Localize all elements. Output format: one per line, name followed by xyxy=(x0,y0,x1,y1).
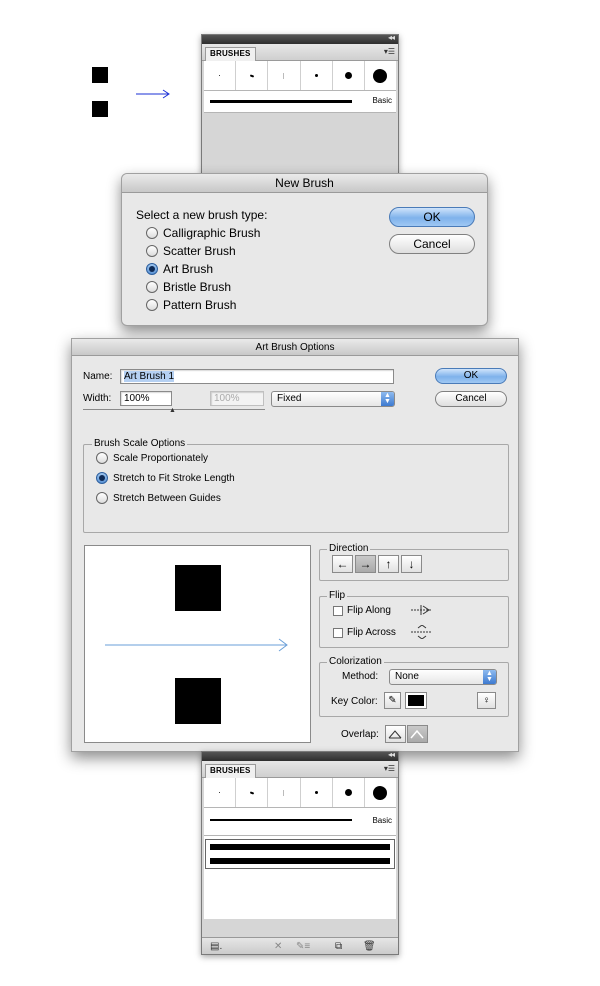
colorization-title: Colorization xyxy=(327,656,384,667)
tips-lightbulb-icon[interactable]: ♀ xyxy=(477,692,496,709)
panel-menu-icon[interactable]: ▾☰ xyxy=(384,764,395,773)
trash-icon[interactable]: 🗑 xyxy=(363,941,376,952)
brush-preview xyxy=(84,545,311,743)
flip-along-icon xyxy=(411,605,431,615)
width-mode-select[interactable]: Fixed ▲ ▼ xyxy=(271,391,395,407)
sample-square-bottom xyxy=(92,101,108,117)
cancel-button[interactable]: Cancel xyxy=(435,391,507,407)
stretch-to-fit-radio[interactable]: Stretch to Fit Stroke Length xyxy=(96,472,235,484)
panel-menu-icon[interactable]: ▾☰ xyxy=(384,47,395,56)
panel-titlebar[interactable]: ◂◂ xyxy=(202,33,398,44)
width-slider-thumb[interactable]: ▲ xyxy=(169,407,176,414)
key-color-swatch[interactable] xyxy=(405,692,427,709)
scale-proportionately-radio[interactable]: Scale Proportionately xyxy=(96,452,208,464)
brush-swatch[interactable] xyxy=(365,778,396,807)
brush-swatch[interactable] xyxy=(204,61,237,90)
brushes-tab[interactable]: BRUSHES xyxy=(205,764,256,778)
direction-title: Direction xyxy=(327,543,371,554)
preview-direction-arrow xyxy=(105,638,288,652)
flip-across-checkbox[interactable]: Flip Across xyxy=(333,627,396,638)
flip-across-icon xyxy=(411,625,431,639)
sample-square-top xyxy=(92,67,108,83)
brush-swatch[interactable] xyxy=(268,61,301,90)
key-color-label: Key Color: xyxy=(331,696,378,707)
dialog-title: Art Brush Options xyxy=(72,339,518,356)
option-art-brush[interactable]: Art Brush xyxy=(146,262,213,276)
chevron-updown-icon: ▲ ▼ xyxy=(483,670,496,684)
cancel-button[interactable]: Cancel xyxy=(389,234,475,254)
overlap-label: Overlap: xyxy=(341,729,379,740)
eyedropper-icon[interactable]: ✎ xyxy=(384,692,401,709)
method-label: Method: xyxy=(342,671,379,682)
brush-swatches xyxy=(204,778,396,808)
flip-along-checkbox[interactable]: Flip Along xyxy=(333,605,391,616)
name-field[interactable]: Art Brush 1 xyxy=(120,369,394,384)
stretch-between-guides-radio[interactable]: Stretch Between Guides xyxy=(96,492,221,504)
brush-swatch[interactable] xyxy=(236,61,269,90)
basic-label: Basic xyxy=(372,96,392,105)
brushes-panel-bottom: ◂◂ BRUSHES ▾☰ Basic ▤. ✕ ✎≡ ⧉ 🗑 xyxy=(201,750,399,955)
ok-button[interactable]: OK xyxy=(435,368,507,384)
brush-swatches xyxy=(204,61,396,91)
overlap-adjust-button[interactable] xyxy=(385,725,406,743)
brush-options-icon[interactable]: ✎≡ xyxy=(296,941,310,952)
name-label: Name: xyxy=(83,371,113,382)
brush-scale-options-title: Brush Scale Options xyxy=(92,438,188,449)
option-pattern-brush[interactable]: Pattern Brush xyxy=(146,298,236,312)
new-brush-icon[interactable]: ⧉ xyxy=(335,941,342,952)
direction-down-button[interactable]: ↓ xyxy=(401,555,422,573)
brush-type-prompt: Select a new brush type: xyxy=(136,208,268,222)
ok-button[interactable]: OK xyxy=(389,207,475,227)
basic-brush-row[interactable]: Basic xyxy=(204,808,396,836)
width-variation-field: 100% xyxy=(210,391,264,406)
brush-swatch[interactable] xyxy=(301,61,333,90)
option-scatter-brush[interactable]: Scatter Brush xyxy=(146,244,236,258)
direction-right-button[interactable]: → xyxy=(355,555,376,573)
sample-arrow xyxy=(136,89,170,99)
brush-swatch[interactable] xyxy=(301,778,333,807)
basic-label: Basic xyxy=(372,816,392,825)
brush-libraries-menu-icon[interactable]: ▤. xyxy=(210,941,222,952)
chevron-updown-icon: ▲ ▼ xyxy=(381,392,394,406)
overlap-none-button[interactable] xyxy=(407,725,428,743)
brushes-tab[interactable]: BRUSHES xyxy=(205,47,256,61)
width-field[interactable]: 100% xyxy=(120,391,172,406)
brush-swatch[interactable] xyxy=(236,778,269,807)
art-brush-options-dialog: Art Brush Options Name: Art Brush 1 Widt… xyxy=(71,338,519,752)
remove-brush-stroke-icon[interactable]: ✕ xyxy=(274,941,282,952)
brush-swatch[interactable] xyxy=(333,61,365,90)
brush-swatch[interactable] xyxy=(268,778,301,807)
preview-square-bottom xyxy=(175,678,221,724)
basic-brush-row[interactable]: Basic xyxy=(204,91,396,113)
panel-titlebar[interactable]: ◂◂ xyxy=(202,750,398,761)
collapse-icon[interactable]: ◂◂ xyxy=(388,750,395,759)
art-brush-1-row[interactable] xyxy=(205,839,395,869)
brush-swatch[interactable] xyxy=(333,778,365,807)
option-calligraphic-brush[interactable]: Calligraphic Brush xyxy=(146,226,260,240)
flip-title: Flip xyxy=(327,590,348,601)
method-select[interactable]: None ▲ ▼ xyxy=(389,669,497,685)
collapse-icon[interactable]: ◂◂ xyxy=(388,33,395,42)
width-label: Width: xyxy=(83,393,112,404)
brush-swatch[interactable] xyxy=(365,61,396,90)
direction-up-button[interactable]: ↑ xyxy=(378,555,399,573)
direction-left-button[interactable]: ← xyxy=(332,555,353,573)
option-bristle-brush[interactable]: Bristle Brush xyxy=(146,280,231,294)
panel-bottom-toolbar: ▤. ✕ ✎≡ ⧉ 🗑 xyxy=(202,937,398,954)
new-brush-dialog: New Brush Select a new brush type: Calli… xyxy=(121,173,488,326)
brush-swatch[interactable] xyxy=(204,778,237,807)
brushes-panel-top: ◂◂ BRUSHES ▾☰ Basic xyxy=(201,33,399,184)
dialog-title: New Brush xyxy=(122,174,487,193)
preview-square-top xyxy=(175,565,221,611)
